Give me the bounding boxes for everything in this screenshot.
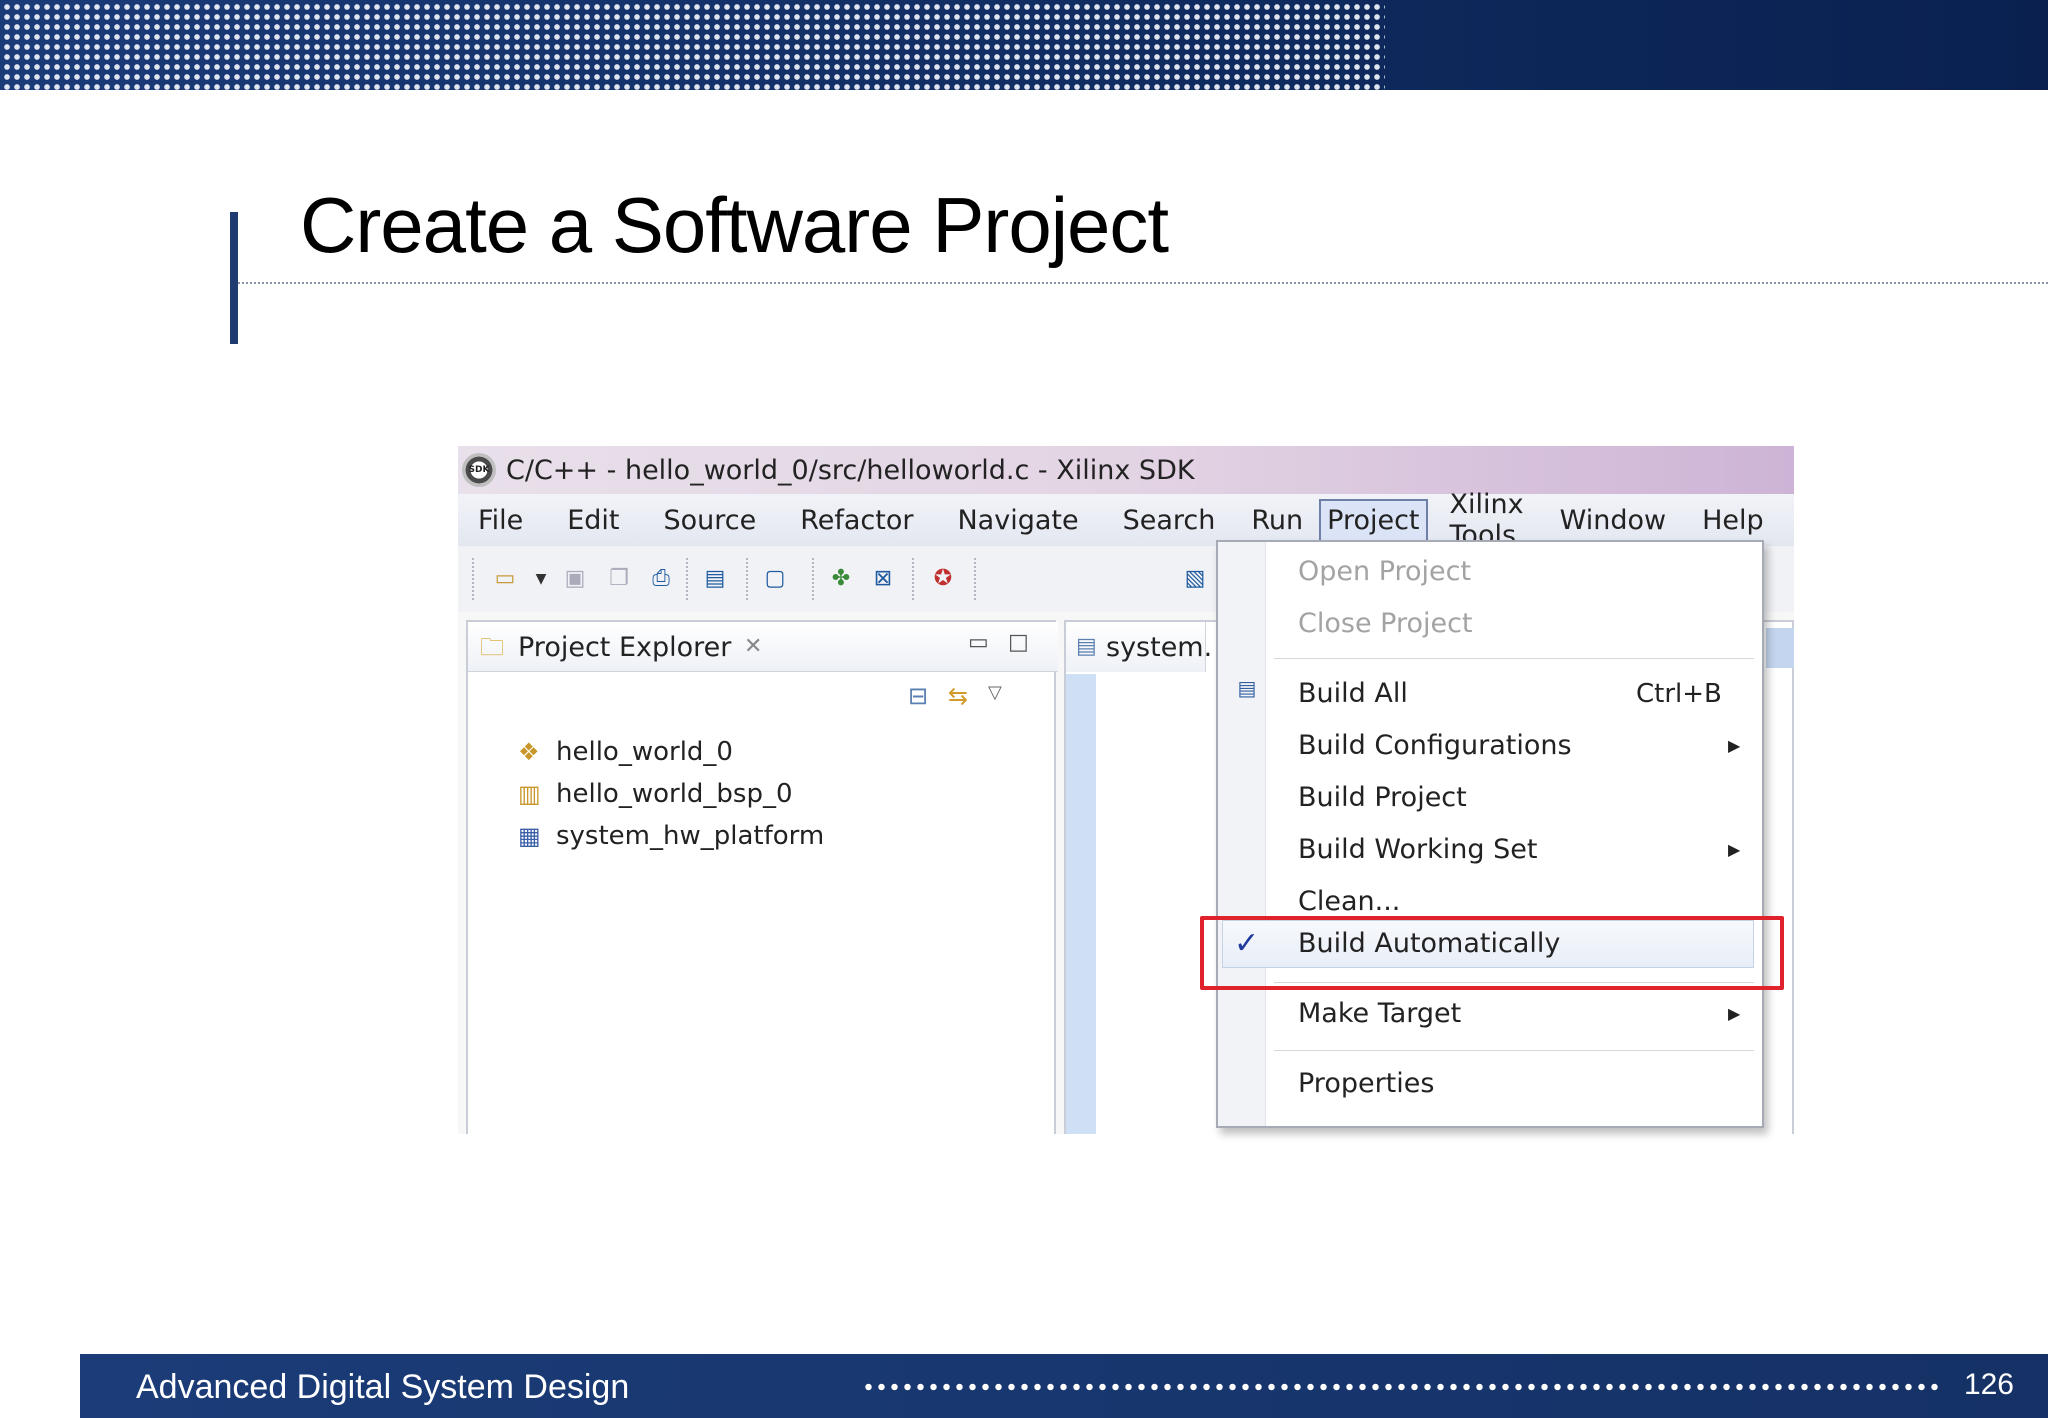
tree-item[interactable]: ▥ hello_world_bsp_0 <box>518 774 793 814</box>
toolbar-separator <box>974 558 976 600</box>
project-menu: Open Project Close Project ▤ Build All C… <box>1216 540 1764 1128</box>
menu-search[interactable]: Search <box>1117 501 1222 540</box>
new-c-project-icon[interactable]: ▧ <box>1178 562 1212 596</box>
save-icon[interactable]: ▣ <box>558 562 592 596</box>
annotation-highlight-box <box>1200 916 1784 990</box>
menu-file[interactable]: File <box>472 501 529 540</box>
menu-item-properties[interactable]: Properties <box>1298 1064 1434 1104</box>
editor-tab[interactable]: ▤ system. <box>1066 622 1212 672</box>
tree-item-label: system_hw_platform <box>556 821 825 851</box>
footer-dot-pattern <box>862 1382 1942 1392</box>
menu-refactor[interactable]: Refactor <box>794 501 919 540</box>
editor-gutter <box>1066 674 1096 1134</box>
save-all-icon[interactable]: ❐ <box>602 562 636 596</box>
xmd-icon[interactable]: ⊠ <box>866 562 900 596</box>
menu-project[interactable]: Project <box>1319 498 1428 542</box>
slide-title: Create a Software Project <box>300 181 1169 269</box>
close-icon[interactable]: ✕ <box>744 634 762 659</box>
project-explorer-tab[interactable]: 🗀 Project Explorer ✕ ▭ □ <box>468 622 1058 672</box>
bsp-project-icon: ▥ <box>518 780 541 808</box>
title-divider <box>238 282 2048 284</box>
slide-footer: Advanced Digital System Design 126 <box>80 1354 2048 1418</box>
menu-source[interactable]: Source <box>657 501 762 540</box>
build-all-shortcut: Ctrl+B <box>1636 679 1722 709</box>
toolbar-separator <box>912 558 914 600</box>
view-menu-icon[interactable]: ▽ <box>988 682 1002 703</box>
menu-item-close-project[interactable]: Close Project <box>1298 604 1473 644</box>
build-icon[interactable]: ▤ <box>698 562 732 596</box>
new-icon[interactable]: ▭ <box>488 562 522 596</box>
toolbar-separator <box>746 558 748 600</box>
debug-icon[interactable]: ✪ <box>926 562 960 596</box>
menu-item-make-target[interactable]: Make Target <box>1298 994 1461 1034</box>
build-all-icon: ▤ <box>1237 676 1257 700</box>
menu-item-build-working-set[interactable]: Build Working Set <box>1298 830 1537 870</box>
menu-run[interactable]: Run <box>1245 501 1309 540</box>
editor-tab-label: system. <box>1106 632 1213 663</box>
tree-item[interactable]: ❖ hello_world_0 <box>518 732 733 772</box>
submenu-arrow-icon: ▶ <box>1728 840 1741 859</box>
menu-icon-gutter <box>1218 542 1266 1126</box>
menu-separator <box>1274 658 1754 659</box>
page-number: 126 <box>1963 1368 2014 1401</box>
link-editor-icon[interactable]: ⇆ <box>948 682 968 710</box>
menu-item-build-configurations[interactable]: Build Configurations <box>1298 726 1572 766</box>
terminal-icon[interactable]: ▢ <box>758 562 792 596</box>
collapse-all-icon[interactable]: ⊟ <box>908 682 928 710</box>
minimize-icon[interactable]: ▭ <box>968 630 989 655</box>
menu-item-build-project[interactable]: Build Project <box>1298 778 1467 818</box>
tree-item[interactable]: ▦ system_hw_platform <box>518 816 824 856</box>
banner-dot-pattern <box>0 0 1385 90</box>
submenu-arrow-icon: ▶ <box>1728 1004 1741 1023</box>
menu-help[interactable]: Help <box>1696 501 1770 540</box>
hw-platform-icon: ▦ <box>518 822 541 850</box>
print-icon[interactable]: ⎙ <box>644 562 678 596</box>
folder-icon: 🗀 <box>480 633 504 661</box>
submenu-arrow-icon: ▶ <box>1728 736 1741 755</box>
project-explorer-label: Project Explorer <box>518 632 732 663</box>
top-banner <box>0 0 2048 90</box>
menu-navigate[interactable]: Navigate <box>951 501 1084 540</box>
program-fpga-icon[interactable]: ✤ <box>824 562 858 596</box>
menu-separator <box>1274 1050 1754 1051</box>
footer-course-title: Advanced Digital System Design <box>136 1368 630 1406</box>
title-accent-bar <box>230 212 238 344</box>
file-icon: ▤ <box>1076 634 1097 659</box>
menu-edit[interactable]: Edit <box>561 501 625 540</box>
tree-item-label: hello_world_bsp_0 <box>556 779 793 809</box>
new-dropdown-icon[interactable]: ▼ <box>524 562 558 596</box>
toolbar-separator <box>812 558 814 600</box>
sdk-logo-icon: SDK <box>462 453 496 487</box>
window-title: C/C++ - hello_world_0/src/helloworld.c -… <box>506 454 1195 486</box>
menu-window[interactable]: Window <box>1554 501 1672 540</box>
tree-item-label: hello_world_0 <box>556 737 733 767</box>
toolbar-separator <box>686 558 688 600</box>
menu-item-open-project[interactable]: Open Project <box>1298 552 1471 592</box>
menubar: File Edit Source Refactor Navigate Searc… <box>458 489 1794 551</box>
toolbar-grip <box>472 558 474 600</box>
c-project-icon: ❖ <box>518 738 540 766</box>
window-titlebar: SDK C/C++ - hello_world_0/src/helloworld… <box>458 446 1794 494</box>
project-explorer-panel: 🗀 Project Explorer ✕ ▭ □ ⊟ ⇆ ▽ ❖ hello_w… <box>466 620 1058 1134</box>
editor-tab-overflow[interactable] <box>1766 628 1794 668</box>
menu-item-build-all[interactable]: Build All <box>1298 674 1408 714</box>
maximize-icon[interactable]: □ <box>1008 630 1029 655</box>
